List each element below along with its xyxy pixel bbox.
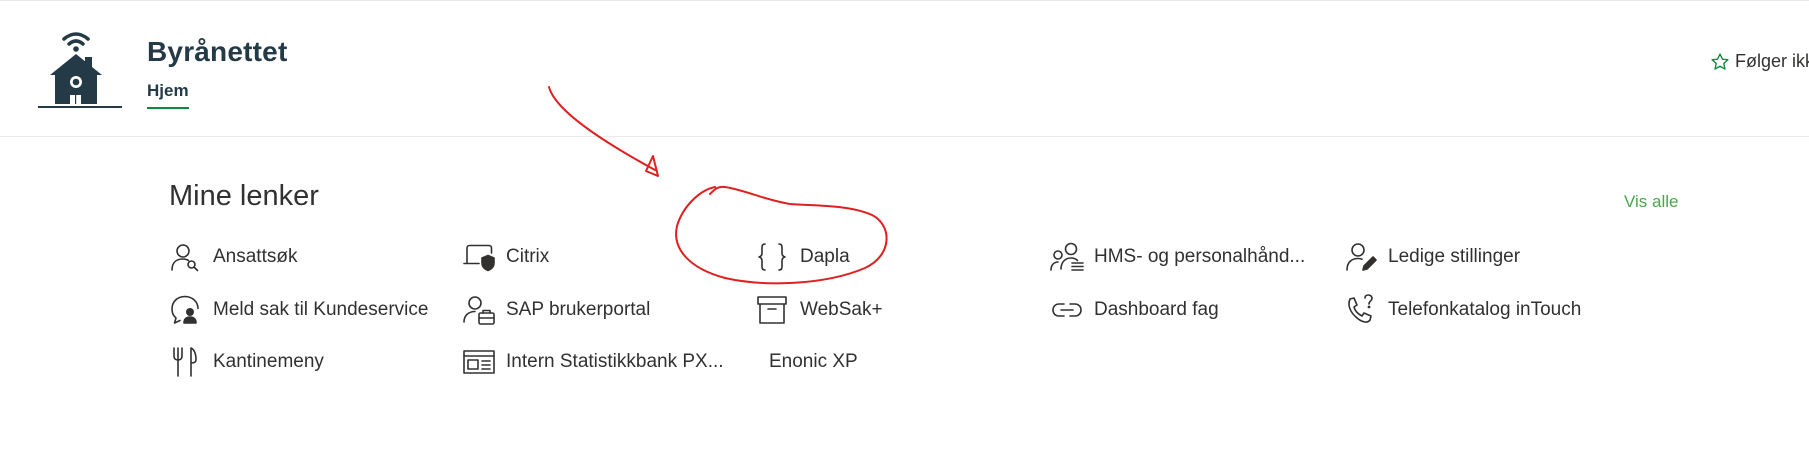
annotation-arrow-line	[548, 86, 656, 171]
annotation-arrow-head	[645, 155, 659, 177]
annotation-circle	[675, 185, 888, 285]
red-annotation-overlay	[548, 86, 888, 285]
